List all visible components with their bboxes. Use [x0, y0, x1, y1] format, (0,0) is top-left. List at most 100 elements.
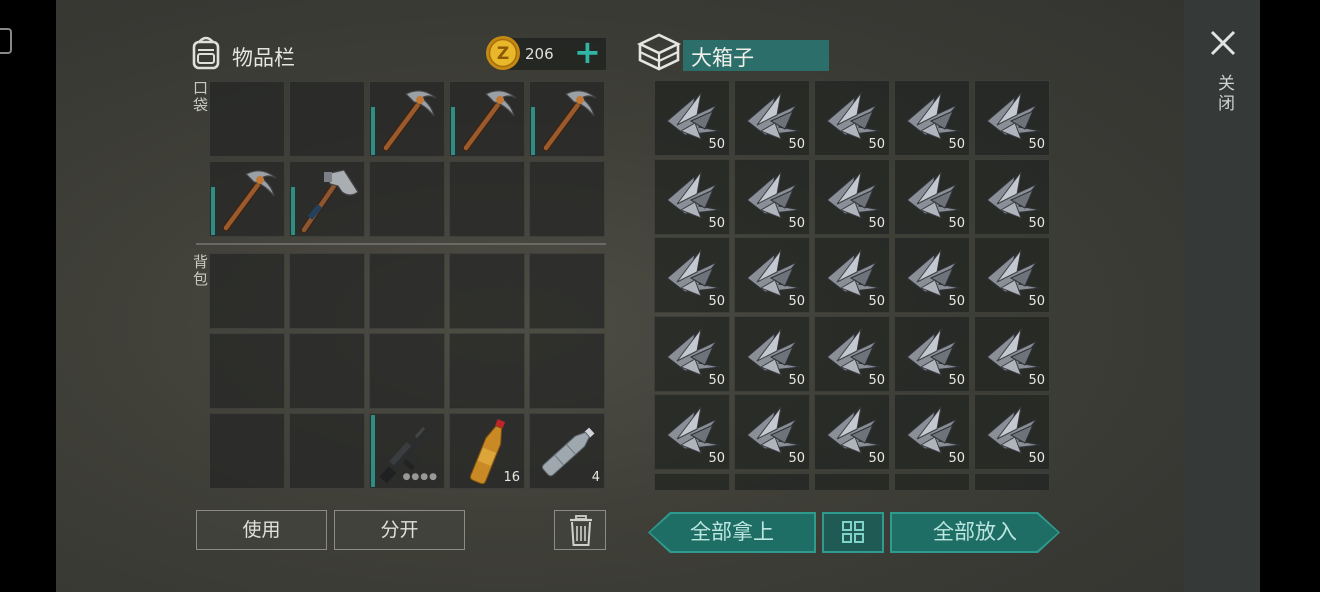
- take-all-label: 全部拿上: [690, 520, 774, 544]
- sort-button[interactable]: [822, 512, 884, 553]
- slot-steel-scrap[interactable]: 50: [974, 394, 1050, 470]
- split-button[interactable]: 分开: [334, 510, 465, 550]
- empty-slot[interactable]: [449, 333, 525, 409]
- slot-steel-scrap[interactable]: 50: [894, 394, 970, 470]
- item-quantity: 50: [948, 451, 965, 466]
- slot-pickaxe[interactable]: [209, 161, 285, 237]
- empty-slot[interactable]: [734, 472, 810, 490]
- item-quantity: 50: [948, 215, 965, 231]
- empty-slot[interactable]: [369, 161, 445, 237]
- slot-pickaxe[interactable]: [369, 81, 445, 157]
- item-quantity: 50: [868, 294, 885, 309]
- slot-steel-scrap[interactable]: 50: [974, 237, 1050, 313]
- slot-rifle[interactable]: ●●●●: [369, 413, 445, 489]
- item-quantity: 50: [1028, 215, 1045, 231]
- empty-slot[interactable]: [209, 333, 285, 409]
- item-quantity: 50: [708, 372, 725, 388]
- item-quantity: 50: [788, 451, 805, 466]
- slot-steel-scrap[interactable]: 50: [654, 237, 730, 313]
- grid-sort-icon: [842, 521, 864, 543]
- item-quantity: 4: [591, 470, 600, 485]
- coin-amount: 206: [525, 45, 554, 63]
- take-all-button[interactable]: 全部拿上: [648, 512, 816, 553]
- game-screen: 物品栏 Z 206 + 大箱子 口袋 背包 50 50 50 50 50 50 …: [0, 0, 1320, 592]
- slot-steel-scrap[interactable]: 50: [894, 158, 970, 235]
- slot-soda-bottle[interactable]: 16: [449, 413, 525, 489]
- slot-steel-scrap[interactable]: 50: [974, 80, 1050, 156]
- empty-slot[interactable]: [529, 253, 605, 329]
- slot-steel-scrap[interactable]: 50: [894, 315, 970, 392]
- slot-steel-scrap[interactable]: 50: [974, 158, 1050, 235]
- use-button[interactable]: 使用: [196, 510, 327, 550]
- item-quantity: 50: [1028, 137, 1045, 152]
- slot-steel-scrap[interactable]: 50: [734, 158, 810, 235]
- empty-slot[interactable]: [369, 333, 445, 409]
- pickaxe-icon: [222, 170, 277, 232]
- empty-slot[interactable]: [449, 253, 525, 329]
- ammo-indicator: ●●●●: [402, 472, 438, 482]
- empty-slot[interactable]: [814, 472, 890, 490]
- crate-icon: [636, 33, 682, 71]
- empty-slot[interactable]: [654, 472, 730, 490]
- slot-steel-scrap[interactable]: 50: [814, 237, 890, 313]
- empty-slot[interactable]: [289, 253, 365, 329]
- slot-steel-scrap[interactable]: 50: [654, 80, 730, 156]
- pickaxe-icon: [462, 90, 517, 152]
- item-quantity: 50: [708, 137, 725, 152]
- item-quantity: 50: [788, 137, 805, 152]
- slot-steel-scrap[interactable]: 50: [734, 315, 810, 392]
- slot-steel-scrap[interactable]: 50: [974, 315, 1050, 392]
- slot-pickaxe[interactable]: [449, 81, 525, 157]
- slot-steel-scrap[interactable]: 50: [654, 394, 730, 470]
- plus-icon[interactable]: +: [574, 36, 601, 68]
- trash-button[interactable]: [554, 510, 606, 550]
- slot-steel-scrap[interactable]: 50: [654, 315, 730, 392]
- empty-slot[interactable]: [209, 81, 285, 157]
- slot-steel-scrap[interactable]: 50: [654, 158, 730, 235]
- slot-steel-scrap[interactable]: 50: [894, 80, 970, 156]
- trash-icon: [570, 515, 592, 546]
- slot-water-bottle[interactable]: 4: [529, 413, 605, 489]
- empty-slot[interactable]: [289, 333, 365, 409]
- slot-steel-scrap[interactable]: 50: [734, 237, 810, 313]
- item-quantity: 50: [788, 294, 805, 309]
- slot-steel-scrap[interactable]: 50: [734, 80, 810, 156]
- chest-name-field[interactable]: 大箱子: [683, 40, 829, 71]
- item-quantity: 50: [708, 451, 725, 466]
- item-quantity: 50: [788, 372, 805, 388]
- slot-steel-scrap[interactable]: 50: [814, 80, 890, 156]
- item-quantity: 50: [868, 215, 885, 231]
- slot-steel-scrap[interactable]: 50: [814, 394, 890, 470]
- close-icon[interactable]: [1208, 28, 1238, 58]
- empty-slot[interactable]: [894, 472, 970, 490]
- empty-slot[interactable]: [209, 253, 285, 329]
- close-label[interactable]: 关闭: [1212, 74, 1237, 114]
- coin-icon: Z: [486, 36, 520, 70]
- system-bar-icon: [0, 28, 12, 54]
- empty-slot[interactable]: [529, 333, 605, 409]
- empty-slot[interactable]: [369, 253, 445, 329]
- slot-steel-scrap[interactable]: 50: [814, 315, 890, 392]
- empty-slot[interactable]: [289, 81, 365, 157]
- empty-slot[interactable]: [449, 161, 525, 237]
- empty-slot[interactable]: [529, 161, 605, 237]
- pickaxe-icon: [382, 90, 437, 152]
- slot-pickaxe[interactable]: [529, 81, 605, 157]
- slot-steel-scrap[interactable]: 50: [814, 158, 890, 235]
- empty-slot[interactable]: [974, 472, 1050, 490]
- backpack-icon: [192, 36, 220, 70]
- empty-slot[interactable]: [289, 413, 365, 489]
- put-all-button[interactable]: 全部放入: [890, 512, 1060, 553]
- put-all-label: 全部放入: [933, 520, 1017, 544]
- chest-grid: 50 50 50 50 50 50 50 50 50 50 50 50 50 5…: [654, 80, 1054, 490]
- pickaxe-icon: [542, 90, 597, 152]
- item-quantity: 50: [948, 137, 965, 152]
- slot-steel-scrap[interactable]: 50: [734, 394, 810, 470]
- slot-hatchet[interactable]: [289, 161, 365, 237]
- item-quantity: 50: [1028, 451, 1045, 466]
- empty-slot[interactable]: [209, 413, 285, 489]
- item-quantity: 50: [708, 294, 725, 309]
- item-quantity: 50: [948, 372, 965, 388]
- slot-steel-scrap[interactable]: 50: [894, 237, 970, 313]
- item-quantity: 50: [1028, 294, 1045, 309]
